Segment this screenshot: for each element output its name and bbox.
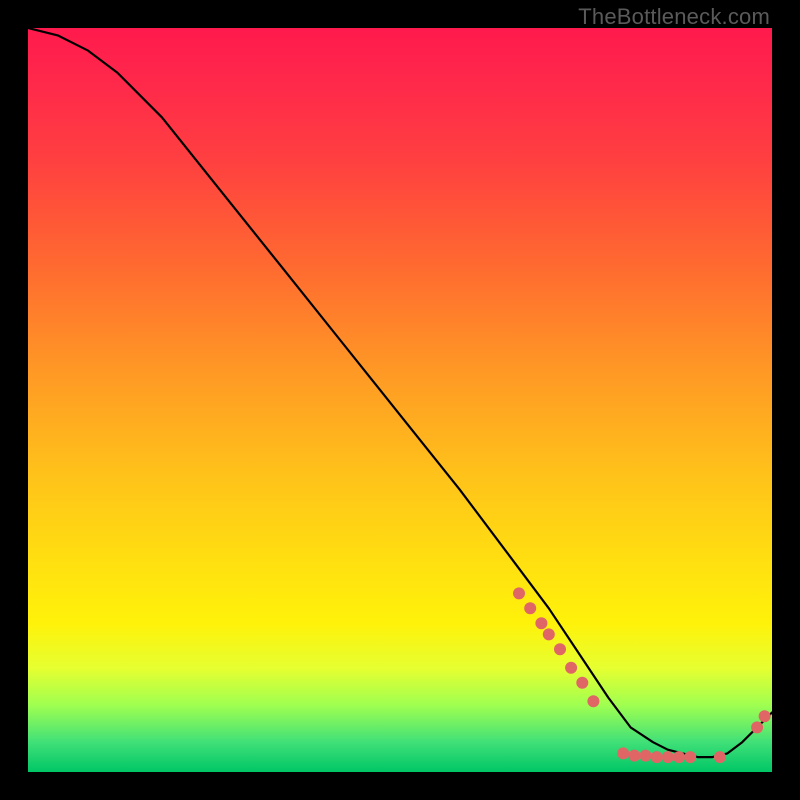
chart-stage: TheBottleneck.com [0, 0, 800, 800]
plot-area [28, 28, 772, 772]
data-point [524, 602, 536, 614]
watermark-text: TheBottleneck.com [578, 4, 770, 30]
bottleneck-curve [28, 28, 772, 757]
data-point [673, 751, 685, 763]
data-point [628, 750, 640, 762]
data-point [684, 751, 696, 763]
data-point [651, 751, 663, 763]
data-point [535, 617, 547, 629]
data-point [587, 695, 599, 707]
data-point [714, 751, 726, 763]
data-point [565, 662, 577, 674]
data-point [759, 710, 771, 722]
data-point [576, 677, 588, 689]
chart-overlay [28, 28, 772, 772]
data-point [617, 747, 629, 759]
data-point [543, 628, 555, 640]
data-point [662, 751, 674, 763]
data-point [640, 750, 652, 762]
data-point [751, 721, 763, 733]
data-point [554, 643, 566, 655]
data-point [513, 587, 525, 599]
